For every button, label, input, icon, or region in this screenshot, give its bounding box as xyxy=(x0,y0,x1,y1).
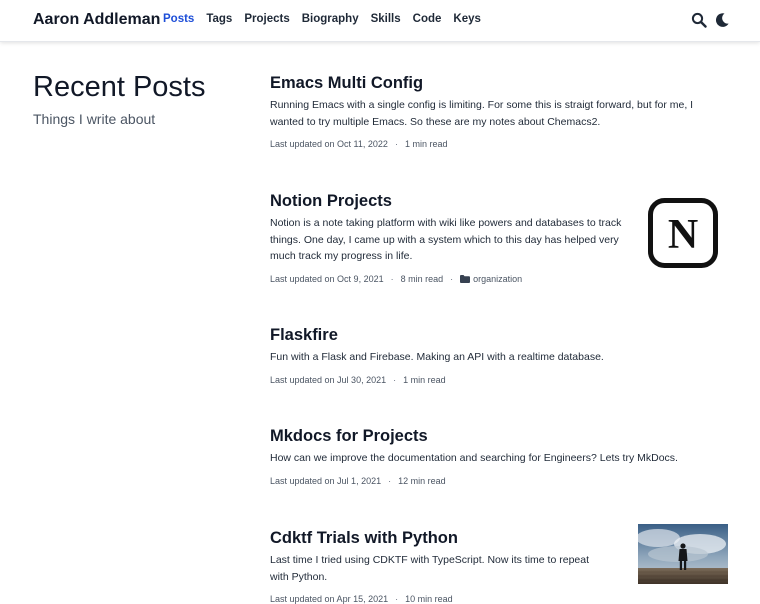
post-thumbnail-photo[interactable] xyxy=(638,524,728,584)
post-read-time: 10 min read xyxy=(405,594,453,604)
moon-icon[interactable] xyxy=(714,12,730,28)
notion-logo-thumbnail[interactable]: N xyxy=(648,198,718,268)
main-nav: Posts Tags Projects Biography Skills Cod… xyxy=(163,13,481,25)
post-summary: Notion is a note taking platform with wi… xyxy=(270,217,622,262)
nav-skills[interactable]: Skills xyxy=(371,13,401,25)
nav-posts[interactable]: Posts xyxy=(163,13,194,25)
post-updated: Last updated on Jul 30, 2021 xyxy=(270,374,387,385)
search-icon[interactable] xyxy=(691,12,707,28)
post-meta: Last updated on Oct 9, 2021 · 8 min read… xyxy=(270,274,625,284)
meta-separator: · xyxy=(450,273,454,284)
post-meta: Last updated on Apr 15, 2021 · 10 min re… xyxy=(270,594,610,604)
post-updated: Last updated on Oct 9, 2021 xyxy=(270,273,384,284)
meta-separator: · xyxy=(395,594,399,604)
meta-separator: · xyxy=(390,273,394,284)
post-item: Cdktf Trials with Python Last time I tri… xyxy=(270,528,610,604)
nav-biography[interactable]: Biography xyxy=(302,13,359,25)
post-title[interactable]: Flaskfire xyxy=(270,325,720,345)
post-title[interactable]: Emacs Multi Config xyxy=(270,73,720,93)
top-navbar: Aaron Addleman Posts Tags Projects Biogr… xyxy=(0,0,760,42)
meta-separator: · xyxy=(393,374,397,385)
post-read-time: 1 min read xyxy=(403,374,446,385)
nav-keys[interactable]: Keys xyxy=(453,13,481,25)
post-summary: Last time I tried using CDKTF with TypeS… xyxy=(270,554,590,583)
post-read-time: 1 min read xyxy=(404,139,448,149)
svg-text:N: N xyxy=(668,212,698,258)
post-summary: How can we improve the documentation and… xyxy=(270,452,678,464)
post-title[interactable]: Cdktf Trials with Python xyxy=(270,528,610,548)
post-updated: Last updated on Jul 1, 2021 xyxy=(270,475,382,486)
post-summary: Fun with a Flask and Firebase. Making an… xyxy=(270,351,604,363)
post-item: Flaskfire Fun with a Flask and Firebase.… xyxy=(270,325,720,385)
nav-projects[interactable]: Projects xyxy=(244,13,289,25)
post-read-time: 8 min read xyxy=(400,273,444,284)
post-category-link[interactable]: organization xyxy=(473,274,522,284)
post-meta: Last updated on Jul 30, 2021 · 1 min rea… xyxy=(270,375,720,385)
post-item: Emacs Multi Config Running Emacs with a … xyxy=(270,73,720,149)
post-meta: Last updated on Jul 1, 2021 · 12 min rea… xyxy=(270,476,720,486)
post-item: Mkdocs for Projects How can we improve t… xyxy=(270,426,720,486)
notion-logo-icon: N xyxy=(648,198,718,268)
nav-tags[interactable]: Tags xyxy=(206,13,232,25)
photo-person-on-pier-icon xyxy=(638,524,728,584)
post-item: Notion Projects Notion is a note taking … xyxy=(270,191,625,284)
page-subtitle: Things I write about xyxy=(33,111,156,127)
page-title: Recent Posts xyxy=(33,71,206,103)
post-updated: Last updated on Apr 15, 2021 xyxy=(270,594,389,604)
meta-separator: · xyxy=(388,475,392,486)
post-summary: Running Emacs with a single config is li… xyxy=(270,99,694,128)
post-meta: Last updated on Oct 11, 2022 · 1 min rea… xyxy=(270,139,720,149)
nav-code[interactable]: Code xyxy=(413,13,442,25)
post-title[interactable]: Mkdocs for Projects xyxy=(270,426,720,446)
post-title[interactable]: Notion Projects xyxy=(270,191,625,211)
post-read-time: 12 min read xyxy=(398,475,446,486)
post-updated: Last updated on Oct 11, 2022 xyxy=(270,139,388,149)
site-brand[interactable]: Aaron Addleman xyxy=(33,11,160,29)
folder-icon xyxy=(460,274,471,283)
meta-separator: · xyxy=(394,139,398,149)
